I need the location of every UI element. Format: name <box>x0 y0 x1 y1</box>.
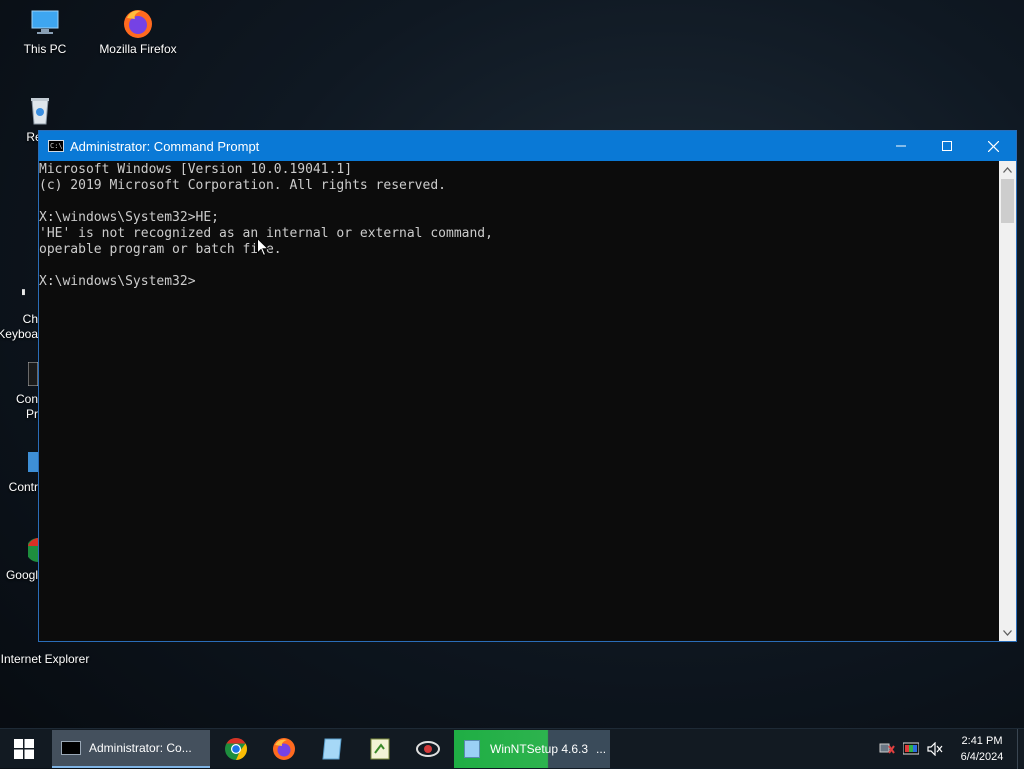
title-bar[interactable]: C:\ Administrator: Command Prompt <box>39 131 1016 161</box>
console-line: X:\windows\System32>HE; <box>39 210 220 225</box>
minimize-icon <box>896 145 906 147</box>
app-icon <box>416 740 440 757</box>
console-prompt-line[interactable]: X:\windows\System32> <box>39 274 999 290</box>
display-settings-icon[interactable] <box>899 729 923 769</box>
desktop-icon-command-prompt[interactable]: Con Pr <box>0 362 38 422</box>
desktop-icon-google-chrome[interactable]: Googl <box>0 538 38 583</box>
maximize-icon <box>942 141 952 151</box>
notepad-icon <box>322 738 342 759</box>
maximize-button[interactable] <box>924 131 970 161</box>
desktop-icon-label: Mozilla Firefox <box>99 42 177 56</box>
desktop-icon-label: Con <box>15 392 38 406</box>
desktop-icon-label: Googl <box>5 568 38 582</box>
taskbar: Administrator: Co... WinNTSetup 4.6.3 ..… <box>0 728 1024 769</box>
desktop-icon-label: Keyboa <box>0 327 38 341</box>
vertical-scrollbar[interactable] <box>999 161 1016 641</box>
clock[interactable]: 2:41 PM 6/4/2024 <box>947 733 1017 765</box>
desktop-icon-keyboard[interactable]: Ch Keyboa <box>0 276 38 342</box>
desktop-icon-this-pc[interactable]: This PC <box>0 6 90 57</box>
taskbar-item-command-prompt[interactable]: Administrator: Co... <box>52 729 210 768</box>
show-desktop-button[interactable] <box>1017 729 1024 769</box>
desktop-icon-label: Contr <box>8 480 38 494</box>
console-line: operable program or batch file. <box>39 242 282 257</box>
desktop-icon-label: Pr <box>26 407 38 421</box>
taskbar-item-more: ... <box>596 741 607 756</box>
taskbar-item-chrome[interactable] <box>212 729 260 769</box>
desktop-icon-label: This PC <box>23 42 67 56</box>
winntsetup-icon <box>464 739 480 758</box>
taskbar-item-firefox[interactable] <box>260 729 308 769</box>
taskbar-item-notepad[interactable] <box>308 729 356 769</box>
console-line: (c) 2019 Microsoft Corporation. All righ… <box>39 178 446 193</box>
command-prompt-window[interactable]: C:\ Administrator: Command Prompt Micros… <box>38 130 1017 642</box>
recycle-bin-icon <box>31 98 49 125</box>
taskbar-item-app[interactable] <box>404 729 452 769</box>
cmd-icon <box>61 740 81 755</box>
taskbar-item-label: WinNTSetup 4.6.3 <box>490 741 589 756</box>
taskbar-item-editor[interactable] <box>356 729 404 769</box>
scrollbar-thumb[interactable] <box>1001 179 1014 223</box>
desktop-icon-firefox[interactable]: Mozilla Firefox <box>93 6 183 57</box>
firefox-icon <box>273 737 295 760</box>
close-button[interactable] <box>970 131 1016 161</box>
desktop-icon-control-panel[interactable]: Contr <box>0 450 38 495</box>
volume-muted-icon[interactable] <box>923 729 947 769</box>
this-pc-icon <box>31 10 59 34</box>
clock-date: 6/4/2024 <box>960 751 1004 763</box>
cmd-icon <box>28 362 38 386</box>
chevron-up-icon <box>1003 166 1012 173</box>
control-panel-icon <box>28 452 38 472</box>
console-output[interactable]: Microsoft Windows [Version 10.0.19041.1]… <box>39 161 999 641</box>
desktop-icon-label: Ch <box>22 312 38 326</box>
network-icon[interactable] <box>875 729 899 769</box>
mouse-pointer-icon <box>257 238 269 257</box>
console-line: 'HE' is not recognized as an internal or… <box>39 226 493 241</box>
chrome-icon <box>225 737 247 760</box>
taskbar-item-label: Administrator: Co... <box>89 740 192 755</box>
windows-logo-icon <box>14 738 34 759</box>
scroll-down-button[interactable] <box>999 624 1016 641</box>
console-line: Microsoft Windows [Version 10.0.19041.1] <box>39 162 353 177</box>
chevron-down-icon <box>1003 629 1012 636</box>
close-icon <box>987 140 999 152</box>
system-tray: 2:41 PM 6/4/2024 <box>875 729 1024 769</box>
editor-icon <box>370 738 390 759</box>
scroll-up-button[interactable] <box>999 161 1016 178</box>
keyboard-icon <box>22 289 25 296</box>
window-title: Administrator: Command Prompt <box>70 138 260 154</box>
firefox-icon <box>124 10 152 38</box>
clock-time: 2:41 PM <box>961 735 1003 747</box>
taskbar-item-winntsetup[interactable]: WinNTSetup 4.6.3 ... <box>454 729 610 768</box>
chrome-icon <box>28 538 38 562</box>
cmd-icon: C:\ <box>48 140 64 152</box>
minimize-button[interactable] <box>878 131 924 161</box>
desktop-icon-label: Internet Explorer <box>0 652 90 666</box>
start-button[interactable] <box>0 729 48 769</box>
